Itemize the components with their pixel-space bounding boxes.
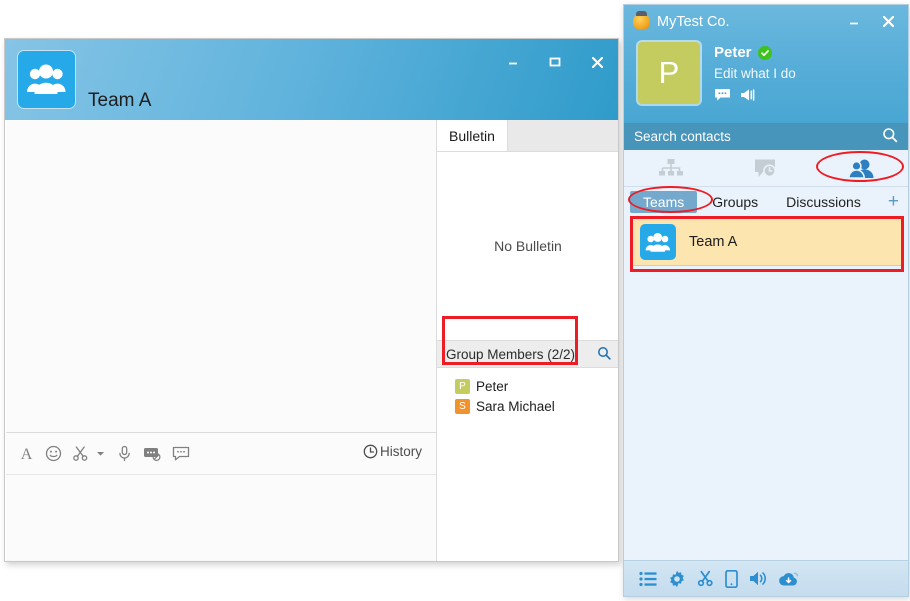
chat-bubble-icon[interactable] <box>714 88 731 107</box>
scissors-dropdown-icon[interactable] <box>95 448 106 459</box>
emoji-icon[interactable] <box>45 445 62 462</box>
tab-teams[interactable]: Teams <box>630 190 698 213</box>
scissors-icon[interactable] <box>697 570 714 587</box>
contacts-footer-toolbar <box>624 560 908 596</box>
clock-icon <box>363 444 378 459</box>
bulletin-empty-text: No Bulletin <box>437 152 618 341</box>
group-avatar <box>18 51 75 108</box>
chat-bubble-icon[interactable] <box>172 445 191 462</box>
message-history-area <box>6 120 437 433</box>
group-people-icon <box>640 224 676 260</box>
chat-window-controls <box>500 51 610 73</box>
tab-discussions[interactable]: Discussions <box>773 191 874 213</box>
chat-window: Team A A History Bulletin No Bulletin Gr… <box>4 38 619 562</box>
contacts-icon[interactable] <box>813 158 908 179</box>
profile-name-row: Peter <box>714 44 796 61</box>
chat-title: Team A <box>88 90 152 111</box>
team-label: Team A <box>689 234 738 250</box>
tab-bulletin[interactable]: Bulletin <box>437 120 508 151</box>
org-chart-icon[interactable] <box>624 158 719 178</box>
profile-section: P Peter Edit what I do <box>624 38 908 107</box>
contacts-header: MyTest Co. P Peter Edit what I do <box>624 5 908 123</box>
list-item[interactable]: P Peter <box>455 376 618 396</box>
list-item[interactable]: Team A <box>630 218 902 266</box>
profile-mood[interactable]: Edit what I do <box>714 61 796 81</box>
group-members-header: Group Members (2/2) <box>437 341 618 368</box>
member-avatar: P <box>455 378 470 394</box>
profile-name: Peter <box>714 44 752 61</box>
list-menu-icon[interactable] <box>639 571 657 587</box>
member-name: Sara Michael <box>476 398 555 414</box>
app-logo-icon <box>633 11 650 30</box>
compose-toolbar: A History <box>6 433 437 475</box>
add-button[interactable]: + <box>888 191 908 213</box>
profile-info: Peter Edit what I do <box>700 42 796 107</box>
screenshot-root: Team A A History Bulletin No Bulletin Gr… <box>0 0 910 601</box>
screenshot-disabled-icon[interactable] <box>143 445 162 462</box>
history-label: History <box>379 444 422 459</box>
contacts-titlebar: MyTest Co. <box>624 5 908 38</box>
contacts-window: MyTest Co. P Peter Edit what I do Search… <box>623 4 909 597</box>
bulletin-members-panel: Bulletin No Bulletin Group Members (2/2)… <box>437 120 618 561</box>
message-input[interactable] <box>6 475 437 561</box>
group-members-list: P Peter S Sara Michael <box>437 368 618 416</box>
contacts-window-controls <box>842 11 908 33</box>
online-check-icon <box>757 45 772 60</box>
contacts-tabs: Teams Groups Discussions + <box>624 187 908 216</box>
microphone-icon[interactable] <box>116 445 133 462</box>
list-item[interactable]: S Sara Michael <box>455 396 618 416</box>
gear-icon[interactable] <box>668 570 686 588</box>
history-button[interactable]: History <box>363 444 422 459</box>
avatar[interactable]: P <box>638 42 700 104</box>
teams-list: Team A <box>624 216 908 573</box>
group-people-icon <box>27 64 66 94</box>
chat-window-header: Team A <box>5 39 618 140</box>
bulletin-tabstrip: Bulletin <box>437 120 618 152</box>
app-title: MyTest Co. <box>657 13 730 30</box>
search-input[interactable]: Search contacts <box>634 129 882 144</box>
mobile-phone-icon[interactable] <box>725 569 738 588</box>
tab-groups[interactable]: Groups <box>699 191 771 213</box>
scissors-icon[interactable] <box>72 445 89 462</box>
member-name: Peter <box>476 378 509 394</box>
close-button[interactable] <box>584 51 610 73</box>
minimize-button[interactable] <box>842 11 866 33</box>
profile-action-icons <box>714 81 796 107</box>
cloud-download-icon[interactable] <box>779 571 799 587</box>
search-icon[interactable] <box>882 127 898 146</box>
maximize-button[interactable] <box>542 51 568 73</box>
search-contacts-bar[interactable]: Search contacts <box>624 123 908 150</box>
member-avatar: S <box>455 398 470 414</box>
search-icon[interactable] <box>597 346 611 363</box>
chat-action-bar: Close Send <box>6 560 437 561</box>
svg-text:A: A <box>21 446 33 462</box>
megaphone-icon[interactable] <box>740 88 756 107</box>
recent-chats-icon[interactable] <box>719 158 814 179</box>
font-icon[interactable]: A <box>18 445 35 462</box>
contacts-nav-icons <box>624 150 908 187</box>
speaker-icon[interactable] <box>749 570 768 587</box>
close-button[interactable] <box>876 11 900 33</box>
group-members-label: Group Members (2/2) <box>446 346 576 362</box>
minimize-button[interactable] <box>500 51 526 73</box>
